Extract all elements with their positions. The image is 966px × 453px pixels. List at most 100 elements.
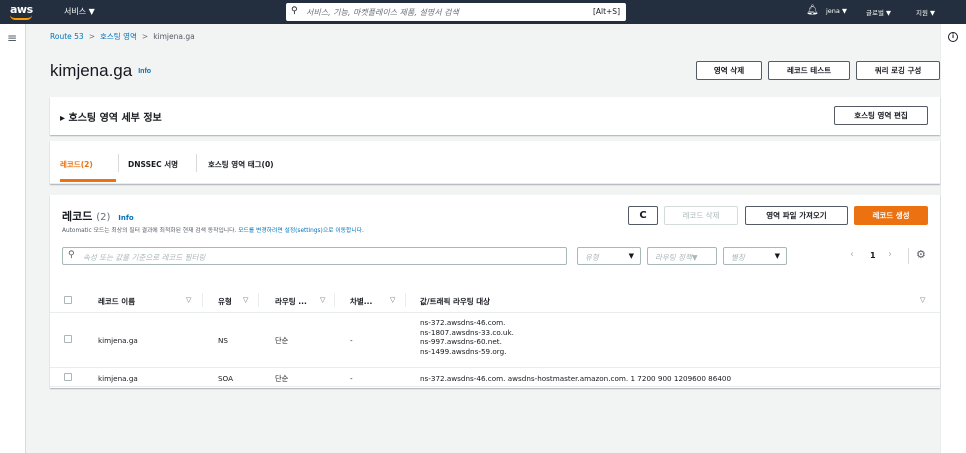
records-title: 레코드 [62, 210, 93, 223]
search-icon: ⚲ [291, 6, 298, 16]
column-value[interactable]: 값/트래픽 라우팅 대상 [420, 296, 490, 307]
tab-divider [196, 154, 197, 172]
column-divider [258, 293, 259, 307]
aws-smile-icon [10, 15, 32, 20]
region-menu[interactable]: 글로벌 ▼ [866, 7, 891, 17]
sort-icon[interactable]: ▽ [243, 296, 248, 304]
info-panel-icon[interactable]: i [948, 32, 958, 42]
record-filter-placeholder: 속성 또는 값을 기준으로 레코드 필터링 [83, 253, 206, 262]
account-menu[interactable]: jena ▼ [826, 7, 847, 15]
tabs-bar: 레코드(2) DNSSEC 서명 호스팅 영역 태그(0) [50, 141, 940, 184]
record-value-line: ns-1807.awsdns-33.co.uk. [420, 327, 514, 337]
row-checkbox[interactable] [64, 335, 72, 343]
records-description: Automatic 모드는 최상의 필터 결과에 최적화된 현재 검색 동작입니… [62, 225, 364, 234]
import-zone-file-button[interactable]: 영역 파일 가져오기 [745, 206, 848, 225]
record-value-line: ns-372.awsdns-46.com. [420, 318, 506, 327]
records-description-text: Automatic 모드는 최상의 필터 결과에 최적화된 현재 검색 동작입니… [62, 228, 237, 234]
refresh-button[interactable]: C [628, 206, 658, 225]
tab-divider [118, 154, 119, 172]
edit-hosted-zone-button[interactable]: 호스팅 영역 편집 [834, 106, 928, 125]
create-record-button[interactable]: 레코드 생성 [854, 206, 928, 225]
sort-icon[interactable]: ▽ [390, 296, 395, 304]
routing-policy-select[interactable]: 라우팅 정책▼ [647, 247, 717, 265]
routing-policy-placeholder: 라우팅 정책▼ [655, 253, 698, 262]
record-filter-input[interactable]: ⚲ 속성 또는 값을 기준으로 레코드 필터링 [62, 247, 567, 265]
column-routing[interactable]: 라우팅 ... [275, 296, 307, 307]
right-rail: i [940, 24, 966, 453]
column-differentiator[interactable]: 차별... [350, 296, 372, 307]
settings-link[interactable]: 모드를 변경하려면 설정(settings)으로 이동합니다. [238, 228, 364, 234]
record-type-cell: NS [218, 336, 228, 345]
services-menu[interactable]: 서비스 ▼ [64, 6, 95, 17]
refresh-icon: C [639, 210, 647, 221]
column-type[interactable]: 유형 [218, 296, 232, 307]
record-diff-cell: - [350, 336, 353, 345]
current-page[interactable]: 1 [870, 251, 876, 260]
breadcrumb-route53[interactable]: Route 53 [50, 32, 84, 41]
delete-zone-button[interactable]: 영역 삭제 [696, 61, 762, 80]
page-info-link[interactable]: Info [138, 68, 151, 75]
type-select[interactable]: 유형 ▼ [577, 247, 641, 265]
global-search-input[interactable]: ⚲ 서비스, 기능, 마켓플레이스 제품, 설명서 검색 [Alt+S] [286, 3, 626, 21]
delete-record-button[interactable]: 레코드 삭제 [664, 206, 738, 225]
support-menu[interactable]: 지원 ▼ [916, 7, 935, 17]
record-name-cell: kimjena.ga [98, 374, 138, 383]
record-value-line: ns-1499.awsdns-59.org. [420, 346, 507, 356]
hosted-zone-details-toggle[interactable]: ▸ 호스팅 영역 세부 정보 [60, 109, 162, 124]
records-panel: 레코드 (2) Info Automatic 모드는 최상의 필터 결과에 최적… [50, 195, 940, 388]
record-value-cell: ns-372.awsdns-46.com. ns-1807.awsdns-33.… [420, 318, 514, 356]
notification-bell-icon[interactable]: 🔔︎ [806, 5, 819, 16]
prev-page-icon[interactable]: ‹ [850, 249, 854, 260]
breadcrumb: Route 53 > 호스팅 영역 > kimjena.ga [50, 31, 195, 42]
search-placeholder: 서비스, 기능, 마켓플레이스 제품, 설명서 검색 [306, 8, 459, 17]
records-info-link[interactable]: Info [118, 214, 133, 222]
records-table-header: 레코드 이름 ▽ 유형 ▽ 라우팅 ... ▽ 차별... ▽ 값/트래픽 라우… [50, 287, 940, 313]
hosted-zone-details-panel: ▸ 호스팅 영역 세부 정보 호스팅 영역 편집 [50, 97, 940, 135]
tab-hosted-zone-tags[interactable]: 호스팅 영역 태그(0) [208, 159, 274, 170]
chevron-right-icon: > [88, 32, 95, 41]
column-divider [334, 293, 335, 307]
tab-records[interactable]: 레코드(2) [60, 159, 93, 170]
sort-icon[interactable]: ▽ [920, 296, 925, 304]
pager-divider [908, 248, 909, 264]
aws-logo[interactable]: aws [8, 3, 48, 21]
record-type-cell: SOA [218, 374, 234, 383]
table-row[interactable]: kimjena.ga SOA 단순 - ns-372.awsdns-46.com… [50, 369, 940, 387]
top-navigation: aws 서비스 ▼ ⚲ 서비스, 기능, 마켓플레이스 제품, 설명서 검색 [… [0, 0, 966, 24]
alias-select[interactable]: 별칭 ▼ [723, 247, 787, 265]
type-select-placeholder: 유형 [585, 253, 599, 262]
configure-query-logging-button[interactable]: 쿼리 로깅 구성 [856, 61, 940, 80]
alias-select-placeholder: 별칭 [731, 253, 745, 262]
record-value-cell: ns-372.awsdns-46.com. awsdns-hostmaster.… [420, 374, 732, 383]
left-rail: ≡ [0, 24, 26, 453]
column-divider [405, 293, 406, 307]
breadcrumb-current: kimjena.ga [153, 32, 195, 41]
record-value-line: ns-997.awsdns-60.net. [420, 337, 502, 346]
search-shortcut: [Alt+S] [592, 7, 620, 16]
table-row[interactable]: kimjena.ga NS 단순 - ns-372.awsdns-46.com.… [50, 314, 940, 368]
select-all-checkbox[interactable] [64, 296, 72, 304]
record-diff-cell: - [350, 374, 353, 383]
records-header: 레코드 (2) Info [62, 208, 134, 224]
next-page-icon[interactable]: › [888, 249, 892, 260]
tab-active-indicator [60, 179, 116, 182]
page-title: kimjena.ga Info [50, 61, 151, 81]
row-checkbox[interactable] [64, 373, 72, 381]
sort-icon[interactable]: ▽ [186, 296, 191, 304]
gear-icon[interactable]: ⚙ [916, 248, 926, 261]
record-routing-cell: 단순 [275, 336, 289, 345]
record-name-cell: kimjena.ga [98, 336, 138, 345]
breadcrumb-hosted-zones[interactable]: 호스팅 영역 [100, 32, 137, 41]
caret-down-icon: ▼ [774, 252, 780, 260]
column-record-name[interactable]: 레코드 이름 [98, 296, 135, 307]
search-icon: ⚲ [68, 250, 75, 260]
tab-dnssec[interactable]: DNSSEC 서명 [128, 159, 178, 170]
caret-down-icon: ▼ [628, 252, 634, 260]
page-title-text: kimjena.ga [50, 61, 133, 80]
hamburger-menu-icon[interactable]: ≡ [7, 31, 17, 45]
record-routing-cell: 단순 [275, 374, 289, 383]
test-record-button[interactable]: 레코드 테스트 [768, 61, 850, 80]
sort-icon[interactable]: ▽ [320, 296, 325, 304]
records-count: (2) [96, 212, 111, 223]
chevron-right-icon: > [141, 32, 149, 41]
